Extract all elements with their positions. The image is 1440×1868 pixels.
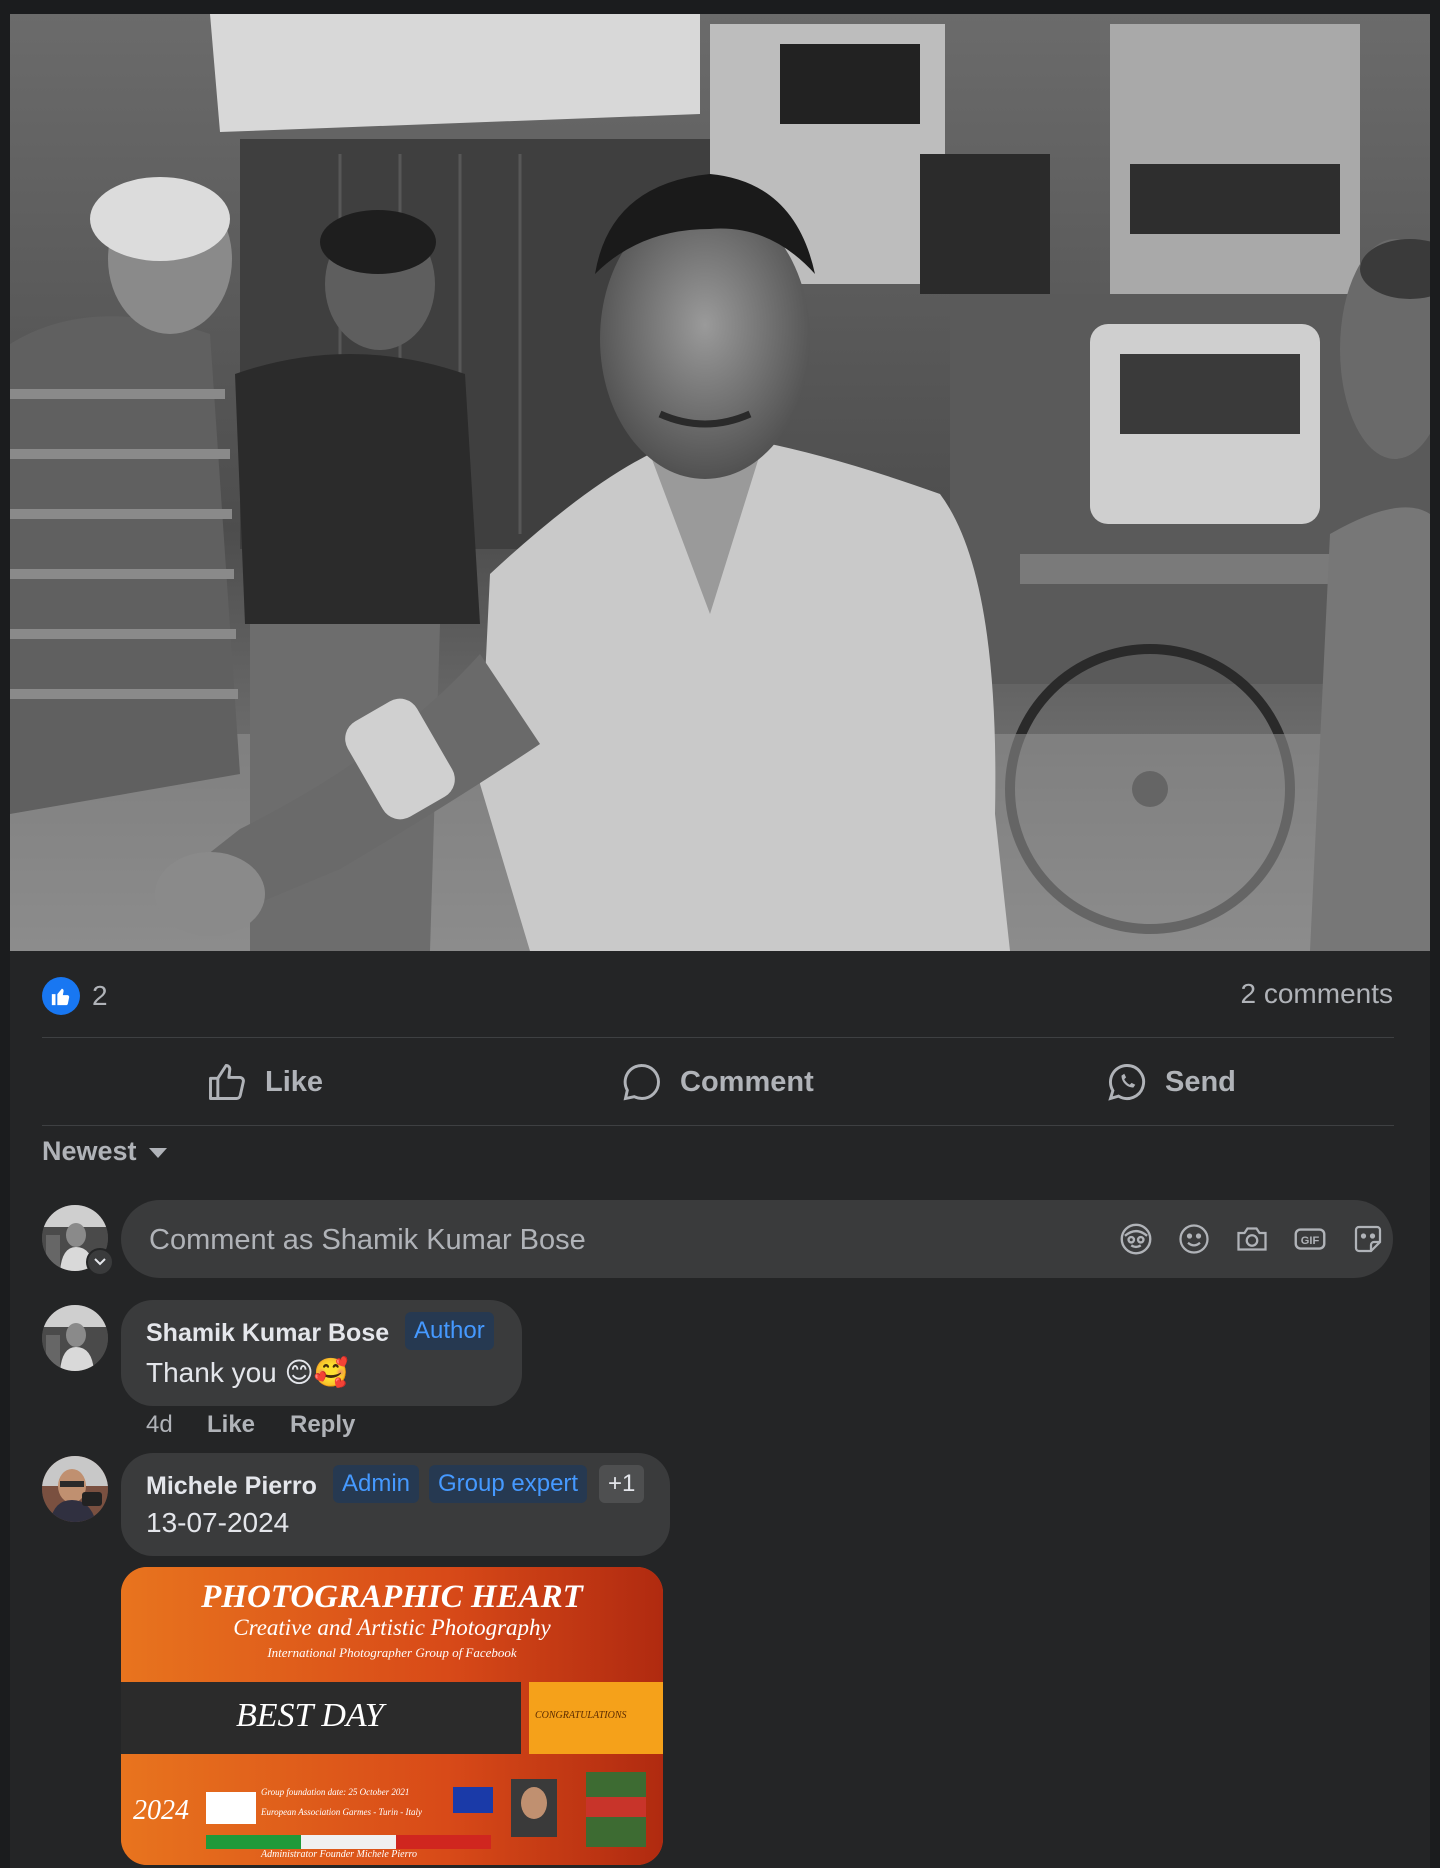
comment-button[interactable]: Comment — [620, 1058, 814, 1106]
commenter-avatar[interactable] — [42, 1305, 108, 1371]
post-photo[interactable] — [10, 14, 1430, 951]
comment-sort-dropdown[interactable]: Newest — [42, 1136, 169, 1167]
avatar-sticker-icon[interactable] — [1117, 1220, 1155, 1258]
comment-like-link[interactable]: Like — [207, 1411, 255, 1439]
admin-badge[interactable]: Admin — [333, 1465, 420, 1503]
like-label: Like — [265, 1065, 324, 1098]
comment-bubble-icon — [620, 1060, 664, 1104]
sort-label: Newest — [42, 1136, 137, 1166]
banner-line-1: Group foundation date: 25 October 2021 — [261, 1787, 410, 1797]
comment-text: 13-07-2024 — [146, 1507, 290, 1538]
frame-right-edge — [1430, 0, 1440, 1868]
like-button[interactable]: Like — [205, 1058, 323, 1106]
group-expert-badge[interactable]: Group expert — [429, 1465, 588, 1503]
more-badges-badge[interactable]: +1 — [599, 1465, 645, 1503]
comment-reply-link[interactable]: Reply — [290, 1411, 355, 1439]
comment-author[interactable]: Michele Pierro — [146, 1472, 317, 1501]
banner-footer: Administrator Founder Michele Pierro — [261, 1849, 417, 1860]
banner-congrats: CONGRATULATIONS — [535, 1710, 627, 1721]
send-button[interactable]: Send — [1105, 1058, 1236, 1106]
like-reaction-icon — [42, 977, 80, 1015]
comments-count-link[interactable]: 2 comments — [1241, 978, 1394, 1010]
frame-top-edge — [0, 0, 1440, 14]
send-label: Send — [1165, 1065, 1236, 1098]
emoji-icon[interactable] — [1175, 1220, 1213, 1258]
commenter-avatar[interactable] — [42, 1456, 108, 1522]
comment-label: Comment — [680, 1065, 814, 1098]
comment-author[interactable]: Shamik Kumar Bose — [146, 1319, 389, 1348]
banner-subtitle: Creative and Artistic Photography — [233, 1615, 551, 1640]
reaction-summary[interactable]: 2 — [42, 974, 108, 1018]
composer-tools: GIF — [1117, 1200, 1387, 1278]
comment-composer[interactable]: GIF — [121, 1200, 1393, 1280]
svg-text:GIF: GIF — [1301, 1235, 1320, 1247]
divider — [42, 1125, 1394, 1126]
banner-year: 2024 — [133, 1795, 189, 1826]
comment-timestamp[interactable]: 4d — [146, 1411, 173, 1439]
caret-down-icon — [147, 1136, 169, 1167]
profile-switch-chevron-icon[interactable] — [86, 1248, 114, 1276]
reaction-count: 2 — [92, 980, 108, 1011]
banner-title: PHOTOGRAPHIC HEART — [201, 1579, 583, 1615]
camera-icon[interactable] — [1233, 1220, 1271, 1258]
frame-left-edge — [0, 0, 10, 1868]
banner-headline: BEST DAY — [236, 1697, 384, 1734]
banner-tagline: International Photographer Group of Face… — [267, 1645, 517, 1660]
sticker-icon[interactable] — [1349, 1220, 1387, 1258]
thumbs-up-icon — [205, 1060, 249, 1104]
author-badge[interactable]: Author — [405, 1312, 494, 1350]
banner-line-2: European Association Garmes - Turin - It… — [261, 1807, 422, 1817]
comment-image-attachment[interactable]: PHOTOGRAPHIC HEART Creative and Artistic… — [121, 1567, 663, 1865]
comment-text: Thank you 😊🥰 — [146, 1357, 349, 1388]
whatsapp-icon — [1105, 1060, 1149, 1104]
comment-input[interactable] — [147, 1200, 911, 1280]
gif-icon[interactable]: GIF — [1291, 1220, 1329, 1258]
divider — [42, 1037, 1394, 1038]
